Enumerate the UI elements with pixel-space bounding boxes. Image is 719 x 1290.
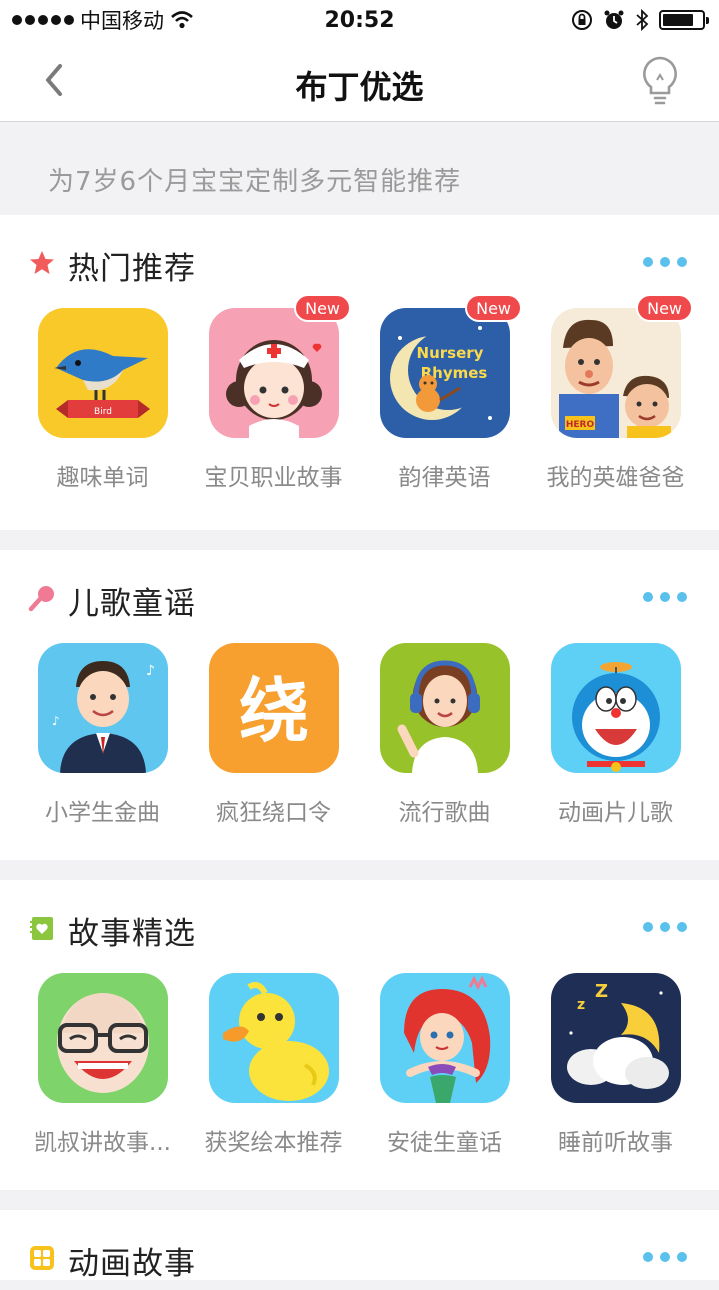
new-badge: New [636, 294, 693, 322]
schoolboy-icon[interactable]: ♪ ♪ [37, 643, 168, 773]
section-animation: 动画故事 [0, 1210, 719, 1282]
svg-text:♪: ♪ [146, 663, 155, 679]
app-row: Bird 趣味单词 New 宝贝职业故事 New Nursery Rhymes 韵… [0, 294, 719, 498]
mermaid-icon[interactable] [379, 973, 510, 1103]
app-item[interactable]: 流行歌曲 [359, 643, 530, 827]
app-item[interactable]: New Nursery Rhymes 韵律英语 [359, 294, 530, 492]
app-label: 疯狂绕口令 [216, 800, 331, 826]
section-title: 故事精选 [68, 916, 196, 952]
status-right [571, 8, 709, 32]
nurse-girl-icon[interactable] [208, 308, 339, 438]
section-header: 热门推荐 [0, 215, 719, 295]
app-label: 安徒生童话 [387, 1130, 502, 1156]
svg-text:Bird: Bird [94, 407, 112, 417]
section-title: 儿歌童谣 [68, 586, 196, 622]
app-item[interactable]: zZ 睡前听故事 [530, 973, 701, 1157]
banner-text: 为7岁6个月宝宝定制多元智能推荐 [48, 167, 462, 197]
duck-icon[interactable] [208, 973, 339, 1103]
tongue-twister-icon[interactable]: 绕 [208, 643, 339, 773]
bird-card-icon[interactable]: Bird [37, 308, 168, 438]
doraemon-icon[interactable] [550, 643, 681, 773]
nursery-text: Nursery [416, 344, 483, 362]
app-item[interactable]: 获奖绘本推荐 [188, 973, 359, 1157]
app-item[interactable]: 凯叔讲故事... [17, 973, 188, 1157]
section-header: 儿歌童谣 [0, 550, 719, 630]
app-item[interactable]: 安徒生童话 [359, 973, 530, 1157]
app-label: 获奖绘本推荐 [204, 1130, 343, 1156]
app-item[interactable]: ♪ ♪ 小学生金曲 [17, 643, 188, 827]
alarm-icon [604, 10, 624, 29]
more-dots-icon[interactable] [643, 257, 687, 267]
section-title: 动画故事 [68, 1246, 196, 1282]
twister-glyph: 绕 [239, 670, 309, 752]
app-label: 流行歌曲 [398, 800, 491, 826]
page-title: 布丁优选 [295, 68, 424, 106]
grid-icon [30, 1246, 54, 1270]
recommend-banner: 为7岁6个月宝宝定制多元智能推荐 [0, 123, 719, 215]
star-icon [30, 251, 54, 274]
app-item[interactable]: Bird 趣味单词 [17, 308, 188, 492]
microphone-icon [28, 586, 54, 612]
app-row: 凯叔讲故事... 获奖绘本推荐 安徒生童话 zZ 睡前听故事 [0, 973, 719, 1163]
app-row: ♪ ♪ 小学生金曲 绕 疯狂绕口令 流行歌曲 动画片儿歌 [0, 643, 719, 833]
svg-text:♪: ♪ [52, 714, 60, 728]
bluetooth-icon [636, 8, 649, 32]
more-dots-icon[interactable] [643, 922, 687, 932]
section-header: 动画故事 [0, 1210, 719, 1290]
section-header: 故事精选 [0, 880, 719, 960]
more-dots-icon[interactable] [643, 592, 687, 602]
nursery-rhymes-icon[interactable]: Nursery Rhymes [379, 308, 510, 438]
more-dots-icon[interactable] [643, 1252, 687, 1262]
headphone-girl-icon[interactable] [379, 643, 510, 773]
lightbulb-icon[interactable] [637, 54, 683, 108]
app-label: 宝贝职业故事 [204, 465, 343, 491]
new-badge: New [465, 294, 522, 322]
battery-icon [659, 10, 709, 30]
app-label: 趣味单词 [56, 465, 149, 491]
sleeping-moon-icon[interactable]: zZ [550, 973, 681, 1103]
svg-text:HERO: HERO [565, 420, 594, 430]
section-hot: 热门推荐 Bird 趣味单词 New 宝贝职业故事 New Nursery Rhy… [0, 215, 719, 530]
svg-text:z: z [577, 997, 585, 1013]
nav-bar: 布丁优选 [0, 40, 719, 122]
app-label: 动画片儿歌 [558, 800, 673, 826]
app-label: 凯叔讲故事... [34, 1130, 171, 1156]
heart-book-icon [30, 917, 53, 940]
app-item[interactable]: New 宝贝职业故事 [188, 294, 359, 492]
rotation-lock-icon [572, 10, 592, 30]
app-item[interactable]: 绕 疯狂绕口令 [188, 643, 359, 827]
glasses-man-icon[interactable] [37, 973, 168, 1103]
app-item[interactable]: New HERO 我的英雄爸爸 [530, 294, 701, 492]
app-item[interactable]: 动画片儿歌 [530, 643, 701, 827]
app-label: 小学生金曲 [45, 800, 160, 826]
section-songs: 儿歌童谣 ♪ ♪ 小学生金曲 绕 疯狂绕口令 流行歌曲 动画片儿歌 [0, 550, 719, 860]
status-bar: 中国移动 20:52 [0, 0, 719, 40]
section-title: 热门推荐 [68, 251, 196, 287]
svg-text:Z: Z [595, 981, 608, 1002]
hero-dad-icon[interactable]: HERO [550, 308, 681, 438]
app-label: 韵律英语 [398, 465, 491, 491]
new-badge: New [294, 294, 351, 322]
section-stories: 故事精选 凯叔讲故事... 获奖绘本推荐 安徒生童话 zZ 睡前听故事 [0, 880, 719, 1190]
app-label: 我的英雄爸爸 [546, 465, 685, 491]
app-label: 睡前听故事 [558, 1130, 673, 1156]
